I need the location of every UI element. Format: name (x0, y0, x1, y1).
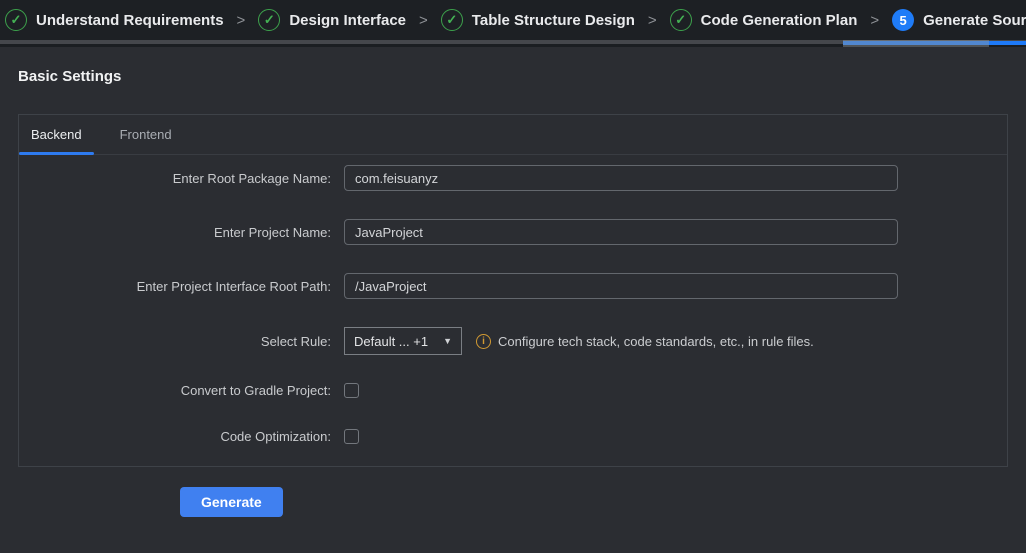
page-title: Basic Settings (18, 68, 1008, 85)
root-package-input[interactable] (344, 165, 898, 191)
chevron-right-icon: > (237, 12, 246, 29)
step-design-interface[interactable]: ✓ Design Interface (258, 9, 406, 31)
step-label: Understand Requirements (36, 12, 224, 29)
tab-backend[interactable]: Backend (19, 115, 94, 154)
code-optimization-label: Code Optimization: (19, 429, 344, 444)
tab-bar: Backend Frontend (19, 115, 1007, 155)
rule-note-text: Configure tech stack, code standards, et… (498, 334, 814, 349)
app-window: ✓ Understand Requirements > ✓ Design Int… (0, 0, 1026, 553)
gradle-checkbox[interactable] (344, 383, 359, 398)
step-code-generation-plan[interactable]: ✓ Code Generation Plan (670, 9, 858, 31)
stepper-scrollbar-track[interactable] (0, 40, 1026, 47)
step-label: Code Generation Plan (701, 12, 858, 29)
step-understand-requirements[interactable]: ✓ Understand Requirements (5, 9, 224, 31)
form-row-project-name: Enter Project Name: (19, 219, 1007, 245)
select-rule-label: Select Rule: (19, 334, 344, 349)
form-row-gradle: Convert to Gradle Project: (19, 383, 1007, 398)
form-row-interface-root-path: Enter Project Interface Root Path: (19, 273, 1007, 299)
check-circle-icon: ✓ (5, 9, 27, 31)
step-table-structure-design[interactable]: ✓ Table Structure Design (441, 9, 635, 31)
step-number-badge: 5 (892, 9, 914, 31)
rule-note: i Configure tech stack, code standards, … (476, 334, 814, 349)
check-circle-icon: ✓ (258, 9, 280, 31)
step-label: Generate Source Code (923, 12, 1026, 29)
stepper-scrollbar-thumb[interactable] (843, 40, 989, 47)
settings-panel: Backend Frontend Enter Root Package Name… (18, 114, 1008, 467)
check-icon: ✓ (675, 12, 686, 28)
step-label: Design Interface (289, 12, 406, 29)
backend-settings-form: Enter Root Package Name: Enter Project N… (19, 155, 1007, 444)
project-name-label: Enter Project Name: (19, 225, 344, 240)
root-package-label: Enter Root Package Name: (19, 171, 344, 186)
info-icon: i (476, 334, 491, 349)
rule-select-value: Default ... +1 (354, 334, 428, 349)
wizard-stepper: ✓ Understand Requirements > ✓ Design Int… (0, 0, 1026, 40)
interface-root-path-input[interactable] (344, 273, 898, 299)
check-icon: ✓ (264, 12, 275, 28)
check-icon: ✓ (446, 12, 457, 28)
rule-select-dropdown[interactable]: Default ... +1 ▼ (344, 327, 462, 355)
form-row-code-optimization: Code Optimization: (19, 429, 1007, 444)
tab-frontend[interactable]: Frontend (108, 115, 184, 154)
form-row-select-rule: Select Rule: Default ... +1 ▼ i Configur… (19, 327, 1007, 355)
chevron-right-icon: > (870, 12, 879, 29)
check-circle-icon: ✓ (670, 9, 692, 31)
generate-button[interactable]: Generate (180, 487, 283, 517)
chevron-right-icon: > (419, 12, 428, 29)
project-name-input[interactable] (344, 219, 898, 245)
gradle-label: Convert to Gradle Project: (19, 383, 344, 398)
interface-root-path-label: Enter Project Interface Root Path: (19, 279, 344, 294)
step-label: Table Structure Design (472, 12, 635, 29)
chevron-down-icon: ▼ (443, 336, 452, 346)
check-icon: ✓ (11, 12, 22, 28)
form-row-root-package: Enter Root Package Name: (19, 165, 1007, 191)
step-generate-source-code[interactable]: 5 Generate Source Code (892, 9, 1026, 31)
code-optimization-checkbox[interactable] (344, 429, 359, 444)
chevron-right-icon: > (648, 12, 657, 29)
check-circle-icon: ✓ (441, 9, 463, 31)
